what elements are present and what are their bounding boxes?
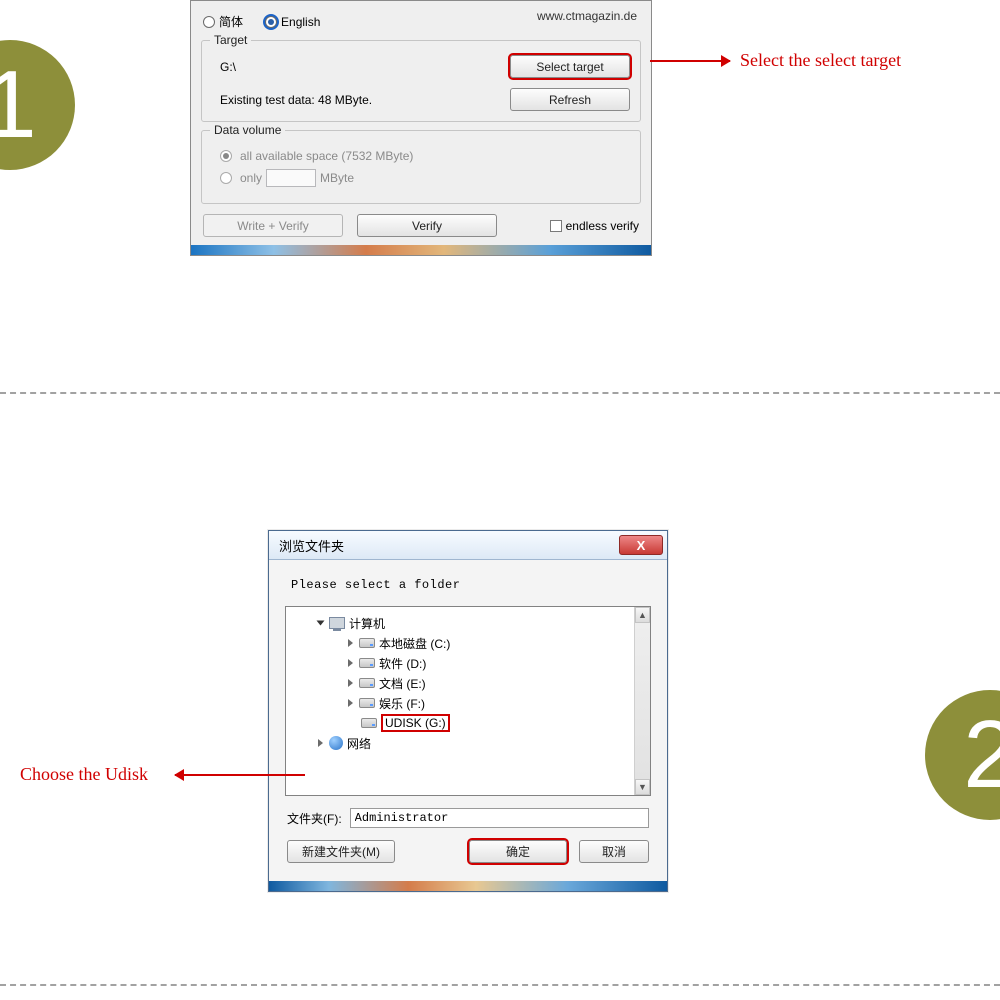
radio-icon (220, 172, 232, 184)
data-volume-group: Data volume all available space (7532 MB… (201, 130, 641, 204)
window-bottom-strip (191, 245, 651, 255)
close-button[interactable]: X (619, 535, 663, 555)
tree-node-drive-g[interactable]: UDISK (G:) (292, 713, 646, 733)
folder-field-label: 文件夹(F): (287, 810, 342, 827)
checkbox-icon (550, 220, 562, 232)
dialog-prompt: Please select a folder (291, 578, 651, 592)
h2testw-panel: www.ctmagazin.de 简体 English Target G:\ S… (190, 0, 652, 256)
step-separator (0, 984, 1000, 986)
radio-icon (203, 16, 215, 28)
lang-en-option[interactable]: English (265, 15, 320, 29)
annotation-arrow-1 (650, 60, 730, 62)
tree-label: 网络 (347, 735, 371, 752)
vendor-url: www.ctmagazin.de (537, 9, 637, 23)
tree-scrollbar[interactable]: ▲ ▼ (634, 607, 650, 795)
computer-icon (329, 617, 345, 629)
window-bottom-strip (269, 881, 667, 891)
folder-tree[interactable]: 计算机 本地磁盘 (C:) 软件 (D:) 文档 (E:) 娱乐 (F:) (285, 606, 651, 796)
drive-icon (359, 658, 375, 668)
scroll-down-button[interactable]: ▼ (635, 779, 650, 795)
dv-only-label: only (240, 171, 262, 185)
dv-unit-label: MByte (320, 171, 354, 185)
data-volume-legend: Data volume (210, 123, 285, 137)
dv-only-input[interactable] (266, 169, 316, 187)
disclosure-icon (348, 699, 353, 707)
drive-icon (359, 678, 375, 688)
annotation-arrow-2 (175, 774, 305, 776)
lang-en-label: English (281, 15, 320, 29)
new-folder-button[interactable]: 新建文件夹(M) (287, 840, 395, 863)
write-verify-button: Write + Verify (203, 214, 343, 237)
endless-verify-option[interactable]: endless verify (550, 219, 639, 233)
close-icon: X (637, 538, 646, 553)
target-group: Target G:\ Select target Existing test d… (201, 40, 641, 122)
drive-icon (361, 718, 377, 728)
step-1-badge: 1 (0, 40, 75, 170)
disclosure-icon (348, 679, 353, 687)
step-separator (0, 392, 1000, 394)
disclosure-icon (348, 659, 353, 667)
scroll-up-button[interactable]: ▲ (635, 607, 650, 623)
dv-all-label: all available space (7532 MByte) (240, 149, 413, 163)
browse-folder-dialog: 浏览文件夹 X Please select a folder 计算机 本地磁盘 … (268, 530, 668, 892)
tree-label: 文档 (E:) (379, 675, 426, 692)
refresh-button[interactable]: Refresh (510, 88, 630, 111)
annotation-text-2: Choose the Udisk (20, 764, 148, 785)
radio-selected-icon (265, 16, 277, 28)
drive-icon (359, 638, 375, 648)
verify-button[interactable]: Verify (357, 214, 497, 237)
lang-cn-label: 简体 (219, 13, 243, 30)
tree-label-highlighted: UDISK (G:) (381, 714, 450, 732)
dv-only-option[interactable]: only MByte (220, 169, 630, 187)
select-target-button[interactable]: Select target (510, 55, 630, 78)
tree-label: 软件 (D:) (379, 655, 426, 672)
disclosure-icon (318, 739, 323, 747)
step-2-badge: 2 (925, 690, 1000, 820)
tree-node-drive-c[interactable]: 本地磁盘 (C:) (292, 633, 646, 653)
annotation-text-1: Select the select target (740, 50, 901, 71)
target-path: G:\ (220, 60, 236, 74)
ok-button[interactable]: 确定 (469, 840, 567, 863)
tree-node-drive-e[interactable]: 文档 (E:) (292, 673, 646, 693)
disclosure-icon (348, 639, 353, 647)
tree-node-network[interactable]: 网络 (292, 733, 646, 753)
tree-label: 娱乐 (F:) (379, 695, 425, 712)
dv-all-option[interactable]: all available space (7532 MByte) (220, 149, 630, 163)
tree-label: 计算机 (349, 615, 385, 632)
tree-label: 本地磁盘 (C:) (379, 635, 450, 652)
endless-verify-label: endless verify (566, 219, 639, 233)
radio-selected-icon (220, 150, 232, 162)
dialog-title: 浏览文件夹 (279, 536, 344, 555)
tree-node-drive-d[interactable]: 软件 (D:) (292, 653, 646, 673)
drive-icon (359, 698, 375, 708)
existing-data-text: Existing test data: 48 MByte. (220, 93, 372, 107)
network-icon (329, 736, 343, 750)
target-legend: Target (210, 33, 251, 47)
tree-node-drive-f[interactable]: 娱乐 (F:) (292, 693, 646, 713)
cancel-button[interactable]: 取消 (579, 840, 649, 863)
lang-cn-option[interactable]: 简体 (203, 13, 243, 30)
disclosure-icon (317, 621, 325, 626)
tree-node-computer[interactable]: 计算机 (292, 613, 646, 633)
folder-field-input[interactable] (350, 808, 649, 828)
